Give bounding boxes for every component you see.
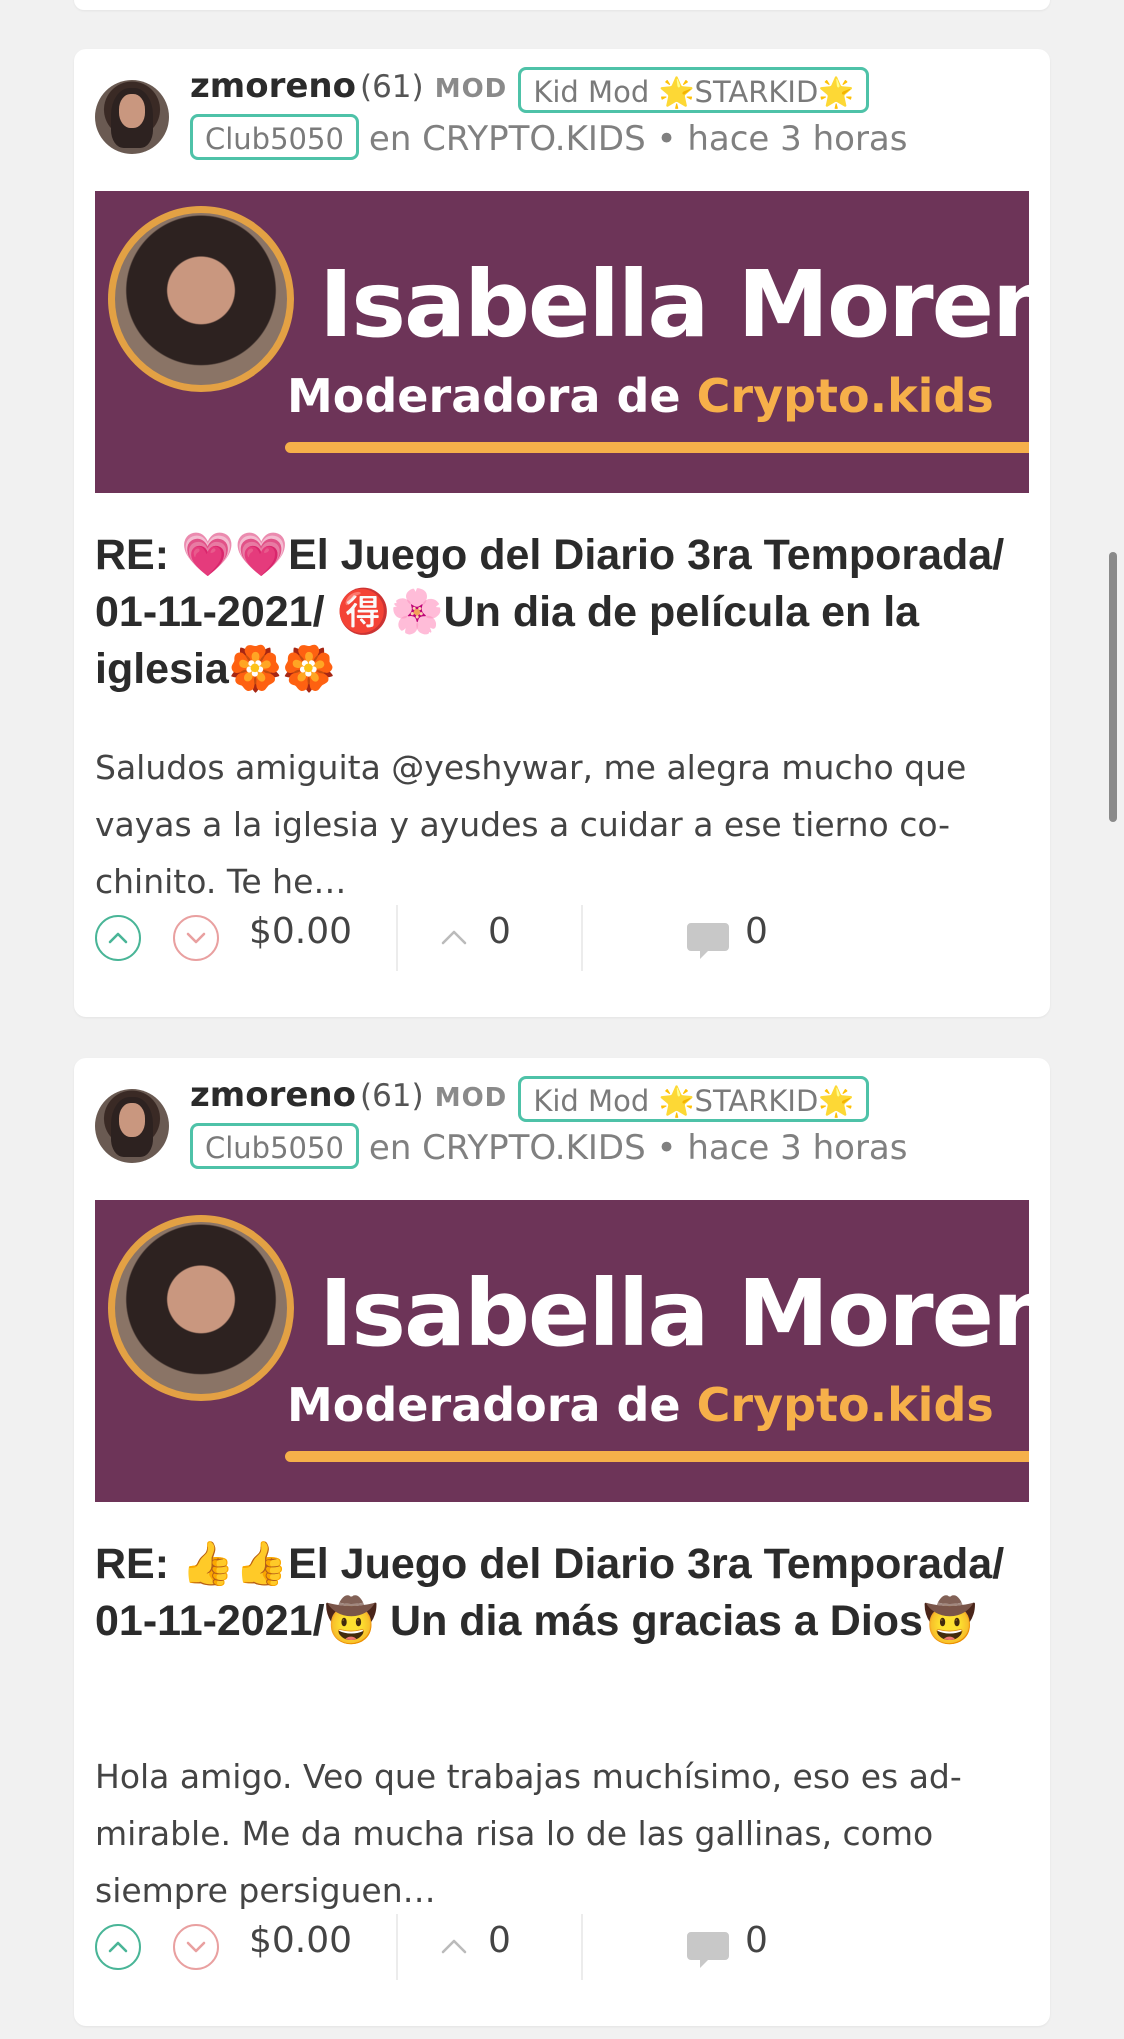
comment-count[interactable]: 0 (745, 1920, 768, 1961)
post-thumbnail[interactable]: Isabella Moreno Moderadora de Crypto.kid… (95, 191, 1029, 493)
mod-tag: MOD (434, 1083, 508, 1113)
banner-role-text: Moderadora de (287, 1378, 697, 1432)
divider (396, 905, 398, 971)
speech-bubble-icon[interactable] (686, 1930, 730, 1970)
upvote-button[interactable] (95, 1924, 141, 1970)
divider (581, 905, 583, 971)
upvote-button[interactable] (95, 915, 141, 961)
author-reputation: (61) (359, 69, 424, 105)
chevron-up-icon (108, 932, 128, 944)
post-meta: zmoreno (61) MOD Kid Mod 🌟STARKID🌟 Club50… (190, 63, 1030, 163)
banner-photo (115, 1222, 287, 1394)
chevron-down-icon (186, 1941, 206, 1953)
author-name[interactable]: zmoreno (190, 66, 356, 106)
community-and-time[interactable]: en CRYPTO.KIDS • hace 3 horas (369, 1128, 908, 1168)
banner-name: Isabella Moreno (319, 1260, 1029, 1367)
divider (581, 1914, 583, 1980)
banner-role: Moderadora de Crypto.kids (287, 1378, 994, 1432)
title-badge: Kid Mod 🌟STARKID🌟 (518, 66, 870, 113)
banner-role-text: Moderadora de (287, 369, 697, 423)
post-meta: zmoreno (61) MOD Kid Mod 🌟STARKID🌟 Club50… (190, 1072, 1030, 1172)
banner-stripe (285, 442, 1029, 453)
post-actions: $0.00 0 0 (95, 1914, 1029, 1980)
caret-up-icon[interactable] (439, 1932, 469, 1962)
post-actions: $0.00 0 0 (95, 905, 1029, 971)
downvote-button[interactable] (173, 1924, 219, 1970)
club-badge: Club5050 (190, 114, 359, 160)
post-excerpt[interactable]: Saludos amiguita @yeshywar, me alegra mu… (95, 739, 1029, 910)
comment-count[interactable]: 0 (745, 911, 768, 952)
previous-post-card-bottom (74, 0, 1050, 10)
banner-role: Moderadora de Crypto.kids (287, 369, 994, 423)
banner-brand: Crypto.kids (696, 1378, 994, 1432)
post-card: zmoreno (61) MOD Kid Mod 🌟STARKID🌟 Club50… (74, 1058, 1050, 2026)
post-excerpt[interactable]: Hola amigo. Veo que trabajas muchísimo, … (95, 1748, 1029, 1919)
reblog-count: 0 (488, 1920, 511, 1961)
banner-photo (115, 213, 287, 385)
title-badge: Kid Mod 🌟STARKID🌟 (518, 1075, 870, 1122)
author-avatar[interactable] (95, 80, 169, 154)
post-title[interactable]: RE: 👍👍El Juego del Diario 3ra Temporada/… (95, 1536, 1029, 1650)
post-card: zmoreno (61) MOD Kid Mod 🌟STARKID🌟 Club50… (74, 49, 1050, 1017)
reblog-count: 0 (488, 911, 511, 952)
chevron-down-icon (186, 932, 206, 944)
speech-bubble-icon[interactable] (686, 921, 730, 961)
payout-value[interactable]: $0.00 (249, 1920, 352, 1961)
community-and-time[interactable]: en CRYPTO.KIDS • hace 3 horas (369, 119, 908, 159)
downvote-button[interactable] (173, 915, 219, 961)
caret-up-icon[interactable] (439, 923, 469, 953)
post-title[interactable]: RE: 💗💗El Juego del Diario 3ra Temporada/… (95, 527, 1029, 698)
club-badge: Club5050 (190, 1123, 359, 1169)
scrollbar[interactable] (1109, 552, 1117, 822)
banner-brand: Crypto.kids (696, 369, 994, 423)
author-reputation: (61) (359, 1078, 424, 1114)
banner-name: Isabella Moreno (319, 251, 1029, 358)
author-name[interactable]: zmoreno (190, 1075, 356, 1115)
divider (396, 1914, 398, 1980)
mod-tag: MOD (434, 74, 508, 104)
chevron-up-icon (108, 1941, 128, 1953)
author-avatar[interactable] (95, 1089, 169, 1163)
payout-value[interactable]: $0.00 (249, 911, 352, 952)
post-thumbnail[interactable]: Isabella Moreno Moderadora de Crypto.kid… (95, 1200, 1029, 1502)
banner-stripe (285, 1451, 1029, 1462)
